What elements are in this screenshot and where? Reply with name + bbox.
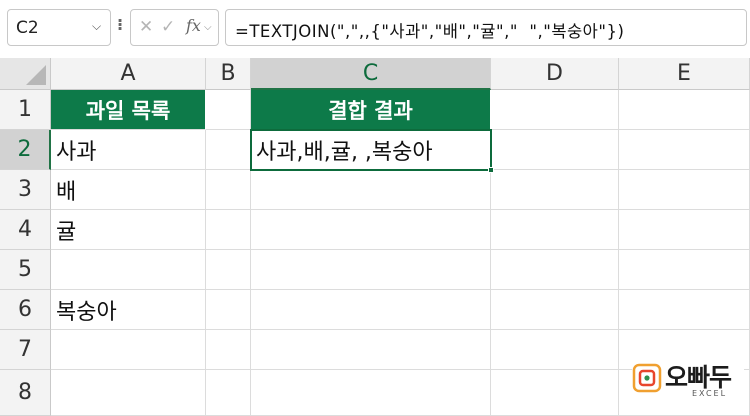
chevron-down-icon[interactable]: ⌵: [204, 22, 212, 33]
brand-logo: 오빠두 EXCEL: [632, 356, 744, 408]
cell-e3[interactable]: [619, 170, 750, 210]
cell-d6[interactable]: [491, 290, 619, 330]
cell-b5[interactable]: [206, 250, 251, 290]
cell-c8[interactable]: [251, 370, 491, 416]
cell-a3[interactable]: 배: [51, 170, 206, 210]
cell-c5[interactable]: [251, 250, 491, 290]
cell-a7[interactable]: [51, 330, 206, 370]
cell-e5[interactable]: [619, 250, 750, 290]
cell-c7[interactable]: [251, 330, 491, 370]
cell-c6[interactable]: [251, 290, 491, 330]
row-header-6[interactable]: 6: [0, 290, 51, 330]
cell-d7[interactable]: [491, 330, 619, 370]
formula-text: =TEXTJOIN(",",,{"사과","배","귤"," ","복숭아"}): [235, 22, 625, 41]
cancel-icon[interactable]: ✕: [139, 17, 153, 37]
row-header-7[interactable]: 7: [0, 330, 51, 370]
cell-b3[interactable]: [206, 170, 251, 210]
formula-actions: ✕ ✓ fx ⌵: [130, 9, 219, 46]
cell-b7[interactable]: [206, 330, 251, 370]
cell-a1[interactable]: 과일 목록: [51, 90, 206, 130]
cell-e6[interactable]: [619, 290, 750, 330]
row-header-5[interactable]: 5: [0, 250, 51, 290]
cell-a5[interactable]: [51, 250, 206, 290]
cell-a6[interactable]: 복숭아: [51, 290, 206, 330]
column-header-c[interactable]: C: [251, 58, 491, 90]
cell-a2[interactable]: 사과: [51, 130, 206, 170]
cell-a8[interactable]: [51, 370, 206, 416]
formula-bar: C2 ⌵ ⁝ ✕ ✓ fx ⌵ =TEXTJOIN(",",,{"사과","배"…: [0, 0, 750, 58]
row-header-3[interactable]: 3: [0, 170, 51, 210]
cell-c1[interactable]: 결합 결과: [251, 90, 491, 130]
cell-c4[interactable]: [251, 210, 491, 250]
row-header-2[interactable]: 2: [0, 130, 51, 170]
logo-mark-icon: [632, 363, 662, 393]
column-header-d[interactable]: D: [491, 58, 619, 90]
more-options-icon[interactable]: ⁝: [117, 15, 123, 34]
cell-e2[interactable]: [619, 130, 750, 170]
cell-d1[interactable]: [491, 90, 619, 130]
chevron-down-icon[interactable]: ⌵: [92, 19, 101, 34]
cell-b1[interactable]: [206, 90, 251, 130]
cell-b2[interactable]: [206, 130, 251, 170]
insert-function-icon[interactable]: fx: [186, 16, 201, 35]
cell-d2[interactable]: [491, 130, 619, 170]
logo-subtext: EXCEL: [692, 389, 728, 398]
name-box-value: C2: [16, 18, 39, 38]
name-box[interactable]: C2 ⌵: [7, 9, 111, 46]
column-header-b[interactable]: B: [206, 58, 251, 90]
cell-b6[interactable]: [206, 290, 251, 330]
cell-b4[interactable]: [206, 210, 251, 250]
cell-d8[interactable]: [491, 370, 619, 416]
column-header-e[interactable]: E: [619, 58, 750, 90]
cell-e1[interactable]: [619, 90, 750, 130]
cell-b8[interactable]: [206, 370, 251, 416]
column-header-a[interactable]: A: [51, 58, 206, 90]
row-header-4[interactable]: 4: [0, 210, 51, 250]
select-all-button[interactable]: [0, 58, 51, 90]
cell-d4[interactable]: [491, 210, 619, 250]
cell-d3[interactable]: [491, 170, 619, 210]
cell-e4[interactable]: [619, 210, 750, 250]
cell-d5[interactable]: [491, 250, 619, 290]
cell-a4[interactable]: 귤: [51, 210, 206, 250]
row-header-8[interactable]: 8: [0, 370, 51, 416]
cell-c2[interactable]: 사과,배,귤, ,복숭아: [251, 130, 491, 170]
check-icon[interactable]: ✓: [161, 17, 175, 37]
row-header-1[interactable]: 1: [0, 90, 51, 130]
cell-c3[interactable]: [251, 170, 491, 210]
formula-input[interactable]: =TEXTJOIN(",",,{"사과","배","귤"," ","복숭아"}): [225, 9, 747, 46]
